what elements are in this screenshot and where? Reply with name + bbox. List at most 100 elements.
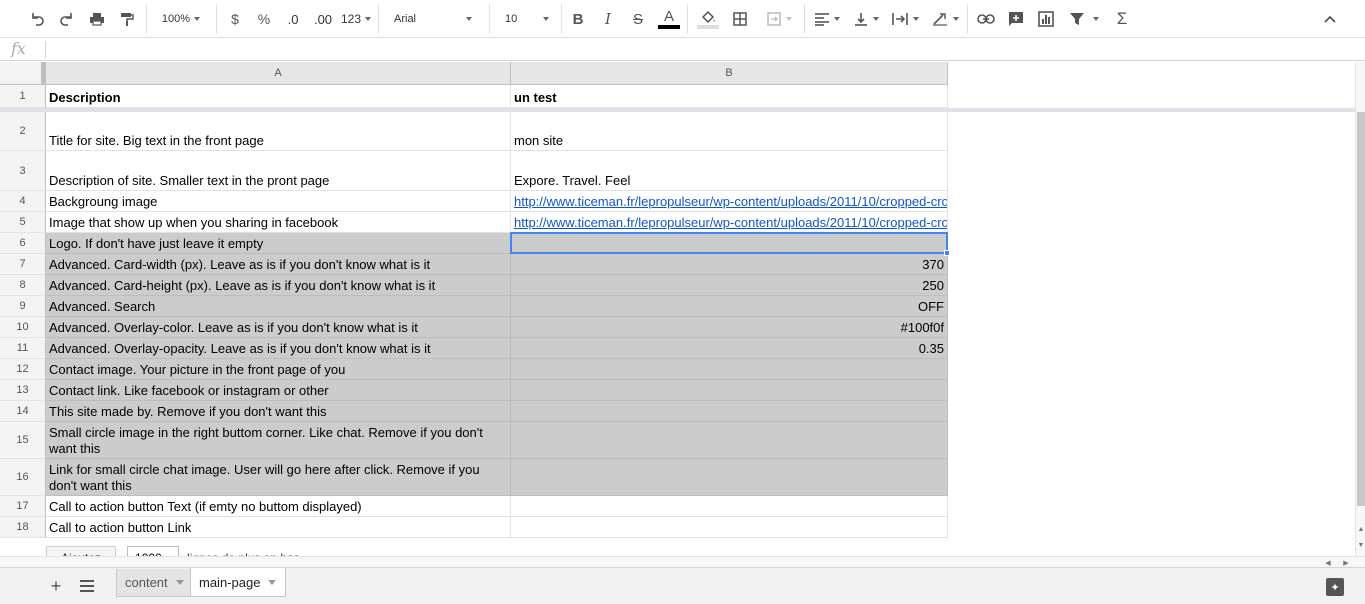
cell-b4[interactable]: http://www.ticeman.fr/lepropulseur/wp-co…: [511, 191, 948, 212]
font-family-select[interactable]: Arial: [384, 6, 480, 32]
row-header[interactable]: 13: [0, 380, 46, 401]
row-header[interactable]: 8: [0, 275, 46, 296]
borders-icon[interactable]: [729, 6, 751, 32]
cell-b8[interactable]: 250: [511, 275, 948, 296]
row-header[interactable]: 11: [0, 338, 46, 359]
redo-icon[interactable]: [56, 6, 78, 32]
row-header[interactable]: 12: [0, 359, 46, 380]
percent-format-button[interactable]: %: [253, 6, 275, 32]
insert-link-icon[interactable]: [974, 6, 998, 32]
sheet-tab-content[interactable]: content: [116, 569, 194, 597]
formula-input[interactable]: [50, 41, 1340, 58]
cell-a11[interactable]: Advanced. Overlay-opacity. Leave as is i…: [46, 338, 511, 359]
row-header[interactable]: 18: [0, 517, 46, 538]
text-wrapping-icon[interactable]: [888, 6, 922, 32]
row-header[interactable]: 17: [0, 496, 46, 517]
cell-b17[interactable]: [511, 496, 948, 517]
row-header[interactable]: 16: [0, 459, 46, 496]
row-header[interactable]: 1: [0, 85, 46, 108]
add-rows-button[interactable]: Ajoutez: [46, 546, 117, 556]
cell-a12[interactable]: Contact image. Your picture in the front…: [46, 359, 511, 380]
font-size-select[interactable]: 10: [495, 6, 555, 32]
row-header[interactable]: 9: [0, 296, 46, 317]
row-header[interactable]: 10: [0, 317, 46, 338]
italic-icon[interactable]: I: [597, 6, 619, 32]
all-sheets-list-icon[interactable]: [77, 576, 97, 596]
select-all-corner[interactable]: [0, 62, 46, 85]
zoom-select[interactable]: 100%: [152, 6, 210, 32]
cell-b18[interactable]: [511, 517, 948, 538]
cell-a9[interactable]: Advanced. Search: [46, 296, 511, 317]
column-header-b[interactable]: B: [511, 62, 948, 85]
undo-icon[interactable]: [26, 6, 48, 32]
cell-b11[interactable]: 0.35: [511, 338, 948, 359]
row-header[interactable]: 15: [0, 422, 46, 459]
cell-a17[interactable]: Call to action button Text (if emty no b…: [46, 496, 511, 517]
cell-a10[interactable]: Advanced. Overlay-color. Leave as is if …: [46, 317, 511, 338]
cell-b3[interactable]: Expore. Travel. Feel: [511, 151, 948, 191]
scroll-down-icon[interactable]: ▼: [1357, 540, 1365, 550]
cell-b1[interactable]: un test: [511, 85, 948, 108]
merge-cells-icon[interactable]: [759, 6, 799, 32]
column-header-a[interactable]: A: [46, 62, 511, 85]
cell-b9[interactable]: OFF: [511, 296, 948, 317]
paint-format-icon[interactable]: [116, 6, 138, 32]
increase-decimals-button[interactable]: .00: [310, 6, 336, 32]
cell-a6[interactable]: Logo. If don't have just leave it empty: [46, 233, 511, 254]
row-header[interactable]: 6: [0, 233, 46, 254]
scroll-right-icon[interactable]: ▶: [1341, 558, 1351, 567]
cell-b7[interactable]: 370: [511, 254, 948, 275]
vertical-scrollbar[interactable]: ▲ ▼: [1355, 62, 1365, 556]
cell-b15[interactable]: [511, 422, 948, 459]
row-header[interactable]: 7: [0, 254, 46, 275]
row-header[interactable]: 5: [0, 212, 46, 233]
add-sheet-icon[interactable]: +: [46, 576, 66, 596]
explore-icon[interactable]: ✦: [1326, 578, 1344, 596]
bold-icon[interactable]: B: [567, 6, 589, 32]
cell-a13[interactable]: Contact link. Like facebook or instagram…: [46, 380, 511, 401]
row-header[interactable]: 4: [0, 191, 46, 212]
more-formats-button[interactable]: 123: [340, 6, 372, 32]
cell-b13[interactable]: [511, 380, 948, 401]
cell-a2[interactable]: Title for site. Big text in the front pa…: [46, 112, 511, 151]
chevron-down-icon[interactable]: [268, 579, 277, 585]
scroll-up-icon[interactable]: ▲: [1357, 524, 1365, 534]
decrease-decimals-button[interactable]: .0: [282, 6, 304, 32]
row-header[interactable]: 2: [0, 112, 46, 151]
cell-b12[interactable]: [511, 359, 948, 380]
cell-b16[interactable]: [511, 459, 948, 496]
cell-a7[interactable]: Advanced. Card-width (px). Leave as is i…: [46, 254, 511, 275]
functions-sigma-icon[interactable]: Σ: [1111, 6, 1133, 32]
insert-comment-icon[interactable]: [1005, 6, 1027, 32]
cell-b2[interactable]: mon site: [511, 112, 948, 151]
horizontal-align-icon[interactable]: [810, 6, 844, 32]
cell-a18[interactable]: Call to action button Link: [46, 517, 511, 538]
cell-a1[interactable]: Description: [46, 85, 511, 108]
sheet-tab-main-page[interactable]: main-page: [190, 568, 287, 597]
text-color-icon[interactable]: A: [657, 6, 681, 32]
scroll-left-icon[interactable]: ◀: [1323, 558, 1333, 567]
row-header[interactable]: 14: [0, 401, 46, 422]
cell-a8[interactable]: Advanced. Card-height (px). Leave as is …: [46, 275, 511, 296]
fill-handle[interactable]: [944, 250, 950, 256]
vertical-align-icon[interactable]: [850, 6, 882, 32]
insert-chart-icon[interactable]: [1035, 6, 1057, 32]
cell-b14[interactable]: [511, 401, 948, 422]
cell-a15[interactable]: Small circle image in the right buttom c…: [46, 422, 511, 459]
cell-a5[interactable]: Image that show up when you sharing in f…: [46, 212, 511, 233]
row-header[interactable]: 3: [0, 151, 46, 191]
cell-b6[interactable]: [511, 233, 948, 254]
chevron-down-icon[interactable]: [175, 580, 184, 585]
fill-color-icon[interactable]: [696, 6, 720, 32]
vertical-scrollbar-thumb[interactable]: [1357, 112, 1365, 506]
cell-a16[interactable]: Link for small circle chat image. User w…: [46, 459, 511, 496]
cell-a4[interactable]: Backgroung image: [46, 191, 511, 212]
text-rotation-icon[interactable]: [927, 6, 963, 32]
filter-icon[interactable]: [1065, 6, 1103, 32]
collapse-toolbar-icon[interactable]: [1320, 6, 1340, 32]
cell-b5[interactable]: http://www.ticeman.fr/lepropulseur/wp-co…: [511, 212, 948, 233]
cell-b10[interactable]: #100f0f: [511, 317, 948, 338]
strikethrough-icon[interactable]: S: [627, 6, 649, 32]
cell-a3[interactable]: Description of site. Smaller text in the…: [46, 151, 511, 191]
horizontal-scrollbar[interactable]: ◀ ▶: [0, 556, 1365, 567]
